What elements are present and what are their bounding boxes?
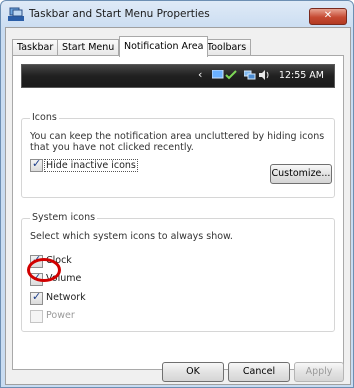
- tab-taskbar[interactable]: Taskbar: [12, 39, 59, 56]
- clock-time: 12:55 AM: [278, 70, 324, 81]
- power-label: Power: [46, 310, 75, 321]
- icons-group-title: Icons: [30, 112, 59, 123]
- dialog-client-area: Taskbar Start Menu Notification Area Too…: [5, 27, 351, 385]
- tab-toolbars[interactable]: Toolbars: [202, 39, 252, 56]
- tab-start-menu[interactable]: Start Menu: [57, 39, 120, 56]
- properties-dialog: Taskbar and Start Menu Properties ✕ Task…: [0, 0, 354, 388]
- hide-inactive-icons-label[interactable]: Hide inactive icons: [44, 159, 138, 172]
- network-label[interactable]: Network: [46, 292, 86, 303]
- tab-notification-area[interactable]: Notification Area: [119, 36, 209, 57]
- ok-button[interactable]: OK: [162, 362, 224, 382]
- system-icons-group-title: System icons: [30, 212, 98, 223]
- icons-description: You can keep the notification area unclu…: [30, 131, 325, 153]
- close-button[interactable]: ✕: [309, 8, 347, 25]
- window-title: Taskbar and Start Menu Properties: [29, 8, 210, 20]
- notification-area-panel: ‹ 12:55 AM Icons You can keep the notifi…: [12, 55, 344, 370]
- network-icon: [244, 70, 256, 80]
- chevron-left-icon: ‹: [198, 68, 203, 81]
- highlight-circle-annotation: [27, 258, 61, 282]
- volume-icon: [259, 70, 269, 80]
- network-checkbox[interactable]: [30, 290, 43, 305]
- title-bar[interactable]: Taskbar and Start Menu Properties ✕: [1, 1, 353, 27]
- cancel-button[interactable]: Cancel: [228, 362, 290, 382]
- hide-inactive-icons-checkbox[interactable]: [30, 157, 43, 172]
- apply-button[interactable]: Apply: [294, 362, 344, 382]
- power-checkbox: [30, 310, 43, 323]
- monitor-icon: [212, 70, 224, 79]
- system-icons-group: System icons Select which system icons t…: [21, 212, 335, 332]
- taskbar-preview: ‹ 12:55 AM: [21, 64, 335, 88]
- shield-check-icon: [225, 70, 237, 80]
- icons-group: Icons You can keep the notification area…: [21, 112, 335, 198]
- system-icons-description: Select which system icons to always show…: [30, 231, 233, 242]
- customize-button[interactable]: Customize...: [270, 164, 332, 184]
- taskbar-properties-icon: [8, 7, 24, 21]
